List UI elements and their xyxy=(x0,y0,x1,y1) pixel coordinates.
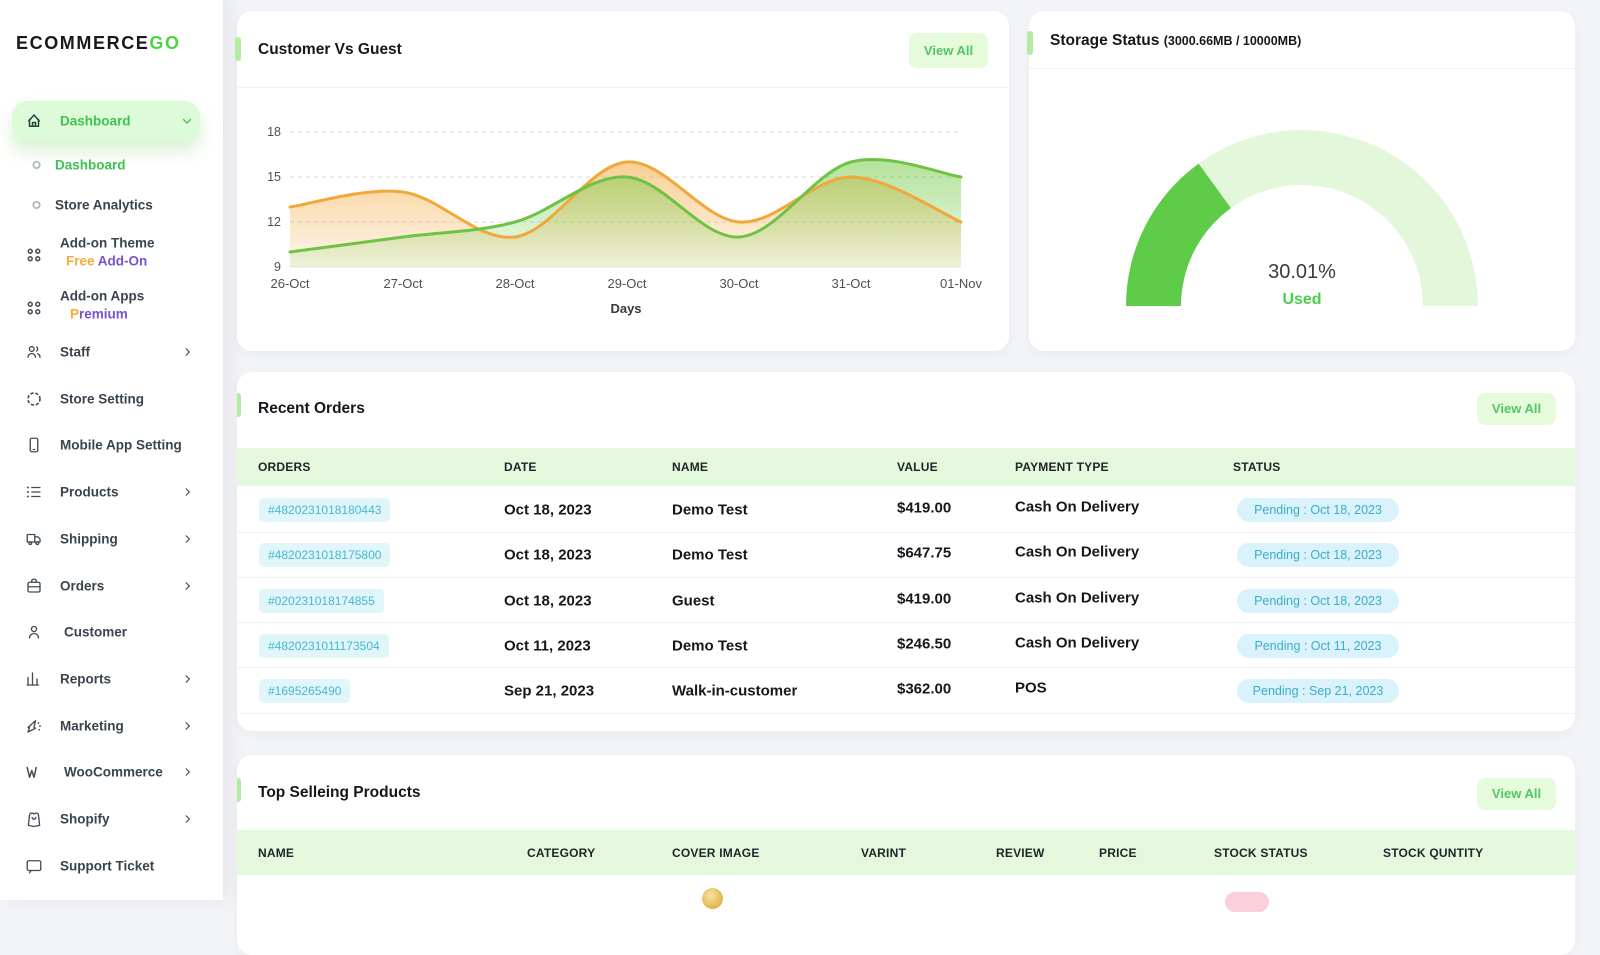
svg-text:31-Oct: 31-Oct xyxy=(831,276,870,291)
svg-text:Used: Used xyxy=(1282,291,1321,308)
svg-text:27-Oct: 27-Oct xyxy=(383,276,422,291)
svg-text:29-Oct: 29-Oct xyxy=(607,276,646,291)
svg-text:Days: Days xyxy=(610,301,641,316)
svg-text:28-Oct: 28-Oct xyxy=(495,276,534,291)
svg-text:01-Nov: 01-Nov xyxy=(940,276,982,291)
svg-text:ECOMMERCEGO: ECOMMERCEGO xyxy=(16,33,181,53)
svg-text:30.01%: 30.01% xyxy=(1268,261,1336,283)
svg-text:12: 12 xyxy=(267,215,281,229)
svg-text:18: 18 xyxy=(267,125,281,139)
svg-text:26-Oct: 26-Oct xyxy=(270,276,309,291)
svg-text:15: 15 xyxy=(267,170,281,184)
svg-text:30-Oct: 30-Oct xyxy=(719,276,758,291)
svg-text:9: 9 xyxy=(274,260,281,274)
